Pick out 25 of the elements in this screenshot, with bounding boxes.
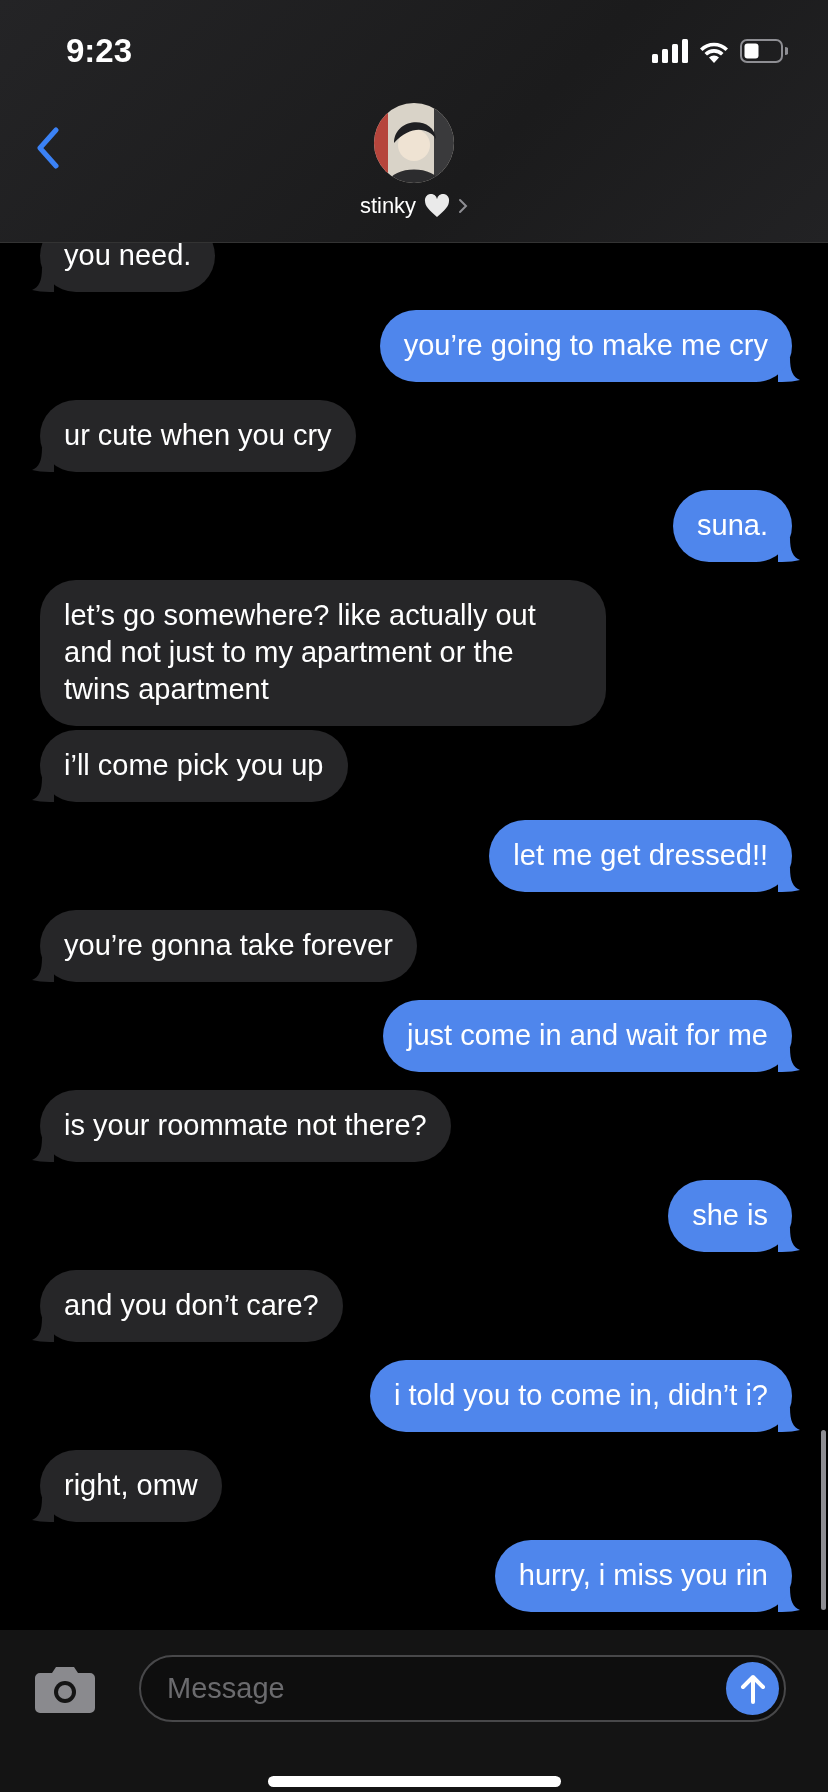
sent-message-bubble: suna. [673, 490, 792, 562]
sent-message-bubble: hurry, i miss you rin [494, 1540, 792, 1612]
sent-message-bubble: she is [668, 1180, 792, 1252]
received-message-bubble: you’re gonna take forever [40, 910, 417, 982]
received-message-bubble: ur cute when you cry [40, 400, 356, 472]
heart-icon [424, 194, 451, 218]
back-chevron-icon [36, 127, 60, 169]
sent-message-bubble: i told you to come in, didn’t i? [370, 1360, 792, 1432]
received-message-bubble: is your roommate not there? [40, 1090, 451, 1162]
received-message-bubble: let’s go somewhere? like actually out and not just to my apartment or the twins apartment [40, 580, 606, 726]
status-time: 9:23 [66, 32, 133, 70]
chevron-right-icon [458, 198, 469, 214]
received-message-bubble: right, omw [40, 1450, 222, 1522]
received-message-bubble: and you don’t care? [40, 1270, 343, 1342]
sent-message-bubble: just come in and wait for me [382, 1000, 792, 1072]
received-message-bubble: you need. [40, 243, 216, 292]
signal-icon [652, 39, 688, 63]
received-message-bubble: i’ll come pick you up [40, 730, 348, 802]
sent-message-bubble: let me get dressed!! [489, 820, 792, 892]
arrow-up-icon [739, 1673, 766, 1704]
contact-name-button[interactable]: stinky [359, 189, 469, 223]
message-field[interactable]: Message [139, 1655, 786, 1722]
camera-icon[interactable] [34, 1664, 96, 1713]
sent-message-bubble: you’re going to make me cry [379, 310, 792, 382]
battery-icon [740, 39, 788, 63]
